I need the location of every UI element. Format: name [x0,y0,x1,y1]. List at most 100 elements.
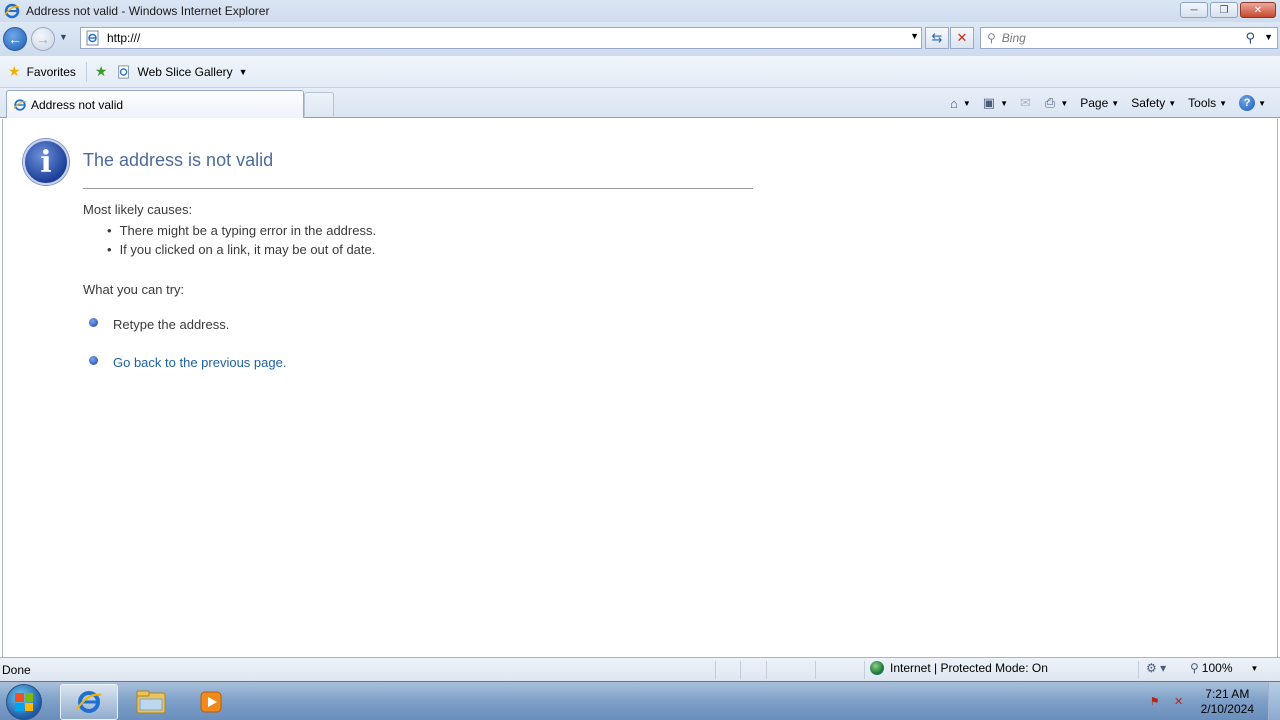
page-menu-label: Page [1080,96,1109,110]
status-separator [715,661,716,679]
info-icon: i [23,139,69,185]
search-options-dropdown[interactable]: ▼ [1264,32,1273,42]
title-bar: Address not valid - Windows Internet Exp… [0,0,1280,22]
taskbar-media-player[interactable] [182,684,240,720]
printer-icon: ⎙ [1044,95,1056,110]
help-icon: ? [1239,95,1256,111]
favorites-button[interactable]: ★ Favorites [8,63,76,80]
status-text: Done [2,663,31,677]
new-tab-button[interactable] [304,92,334,116]
tab-label: Address not valid [31,97,124,112]
mail-icon: ✉ [1020,95,1031,110]
forward-button[interactable]: → [31,27,55,51]
search-box[interactable]: ⚲ Bing ⚲ ▼ [980,27,1278,49]
start-button[interactable] [6,684,42,720]
read-mail-button[interactable]: ✉ [1016,95,1037,111]
print-button[interactable]: ⎙ ▼ [1041,95,1072,111]
folder-icon [136,690,166,714]
media-player-icon [200,691,222,713]
chevron-down-icon: ▼ [1111,98,1120,108]
stop-icon: ✕ [956,30,968,45]
action-center-icon[interactable]: ⚑ [1147,694,1163,710]
security-zone[interactable]: Internet | Protected Mode: On [870,661,1048,675]
feeds-button[interactable]: ▣ ▼ [979,95,1012,111]
search-icon[interactable]: ⚲ [1245,30,1255,46]
tools-menu-label: Tools [1188,96,1217,110]
home-icon: ⌂ [950,95,958,111]
refresh-button[interactable]: ⇆ [925,27,949,49]
web-slice-gallery-button[interactable]: Web Slice Gallery ▼ [109,64,248,79]
favorites-label: Favorites [26,64,76,79]
system-tray: ⚑ ✕ 7:21 AM 2/10/2024 [1147,682,1280,720]
stop-button[interactable]: ✕ [950,27,974,49]
status-separator [815,661,816,679]
back-button[interactable]: ← [3,27,27,51]
page-icon [86,30,99,46]
status-separator [864,661,865,679]
bullet-icon: • [107,242,112,257]
chevron-down-icon: ▼ [1000,98,1008,108]
clock-time: 7:21 AM [1205,686,1250,701]
add-ons-icon[interactable]: ⚙ ▾ [1146,661,1166,675]
help-menu[interactable]: ? ▼ [1235,95,1270,111]
chevron-down-icon: ▼ [1250,663,1259,673]
page-content: i The address is not valid Most likely c… [2,119,1278,657]
search-input[interactable]: Bing [1002,31,1026,45]
taskbar-windows-explorer[interactable] [122,684,180,720]
taskbar-internet-explorer[interactable] [60,684,118,720]
page-menu[interactable]: Page ▼ [1076,96,1123,110]
list-item: • There might be a typing error in the ad… [107,221,376,240]
refresh-icon: ⇆ [931,30,943,45]
minimize-button[interactable]: ─ [1180,2,1208,18]
safety-menu-label: Safety [1131,96,1166,110]
zone-text: Internet | Protected Mode: On [890,661,1048,675]
clock[interactable]: 7:21 AM 2/10/2024 [1201,687,1254,717]
address-dropdown-icon[interactable]: ▼ [910,31,919,41]
tab-row: Address not valid ⌂ ▼ ▣ ▼ ✉ ⎙ ▼ Page ▼ Safet… [0,88,1280,118]
try-heading: What you can try: [83,282,185,297]
home-button[interactable]: ⌂ ▼ [946,96,975,111]
causes-list: • There might be a typing error in the ad… [107,221,376,259]
address-row: ← → ▼ http:/// ▼ ⇆ ✕ ⚲ Bing ⚲ ▼ [0,22,1280,56]
bullet-icon: • [107,223,112,238]
command-bar: ⌂ ▼ ▣ ▼ ✉ ⎙ ▼ Page ▼ Safety ▼ Tools ▼ ? ▼ [946,92,1270,114]
status-separator [1138,661,1139,679]
restore-button[interactable]: ❐ [1210,2,1238,18]
chevron-down-icon: ▼ [1258,98,1266,108]
tab-address-not-valid[interactable]: Address not valid [6,90,304,118]
zoom-level: 100% [1201,661,1233,675]
blue-bullet-icon [89,318,98,327]
search-provider-icon: ⚲ [987,31,996,45]
recent-pages-dropdown[interactable]: ▼ [59,32,71,46]
web-slice-label: Web Slice Gallery [137,64,233,79]
close-button[interactable]: ✕ [1240,2,1276,18]
status-bar: Done Internet | Protected Mode: On ⚙ ▾ ⚲… [0,657,1280,681]
tools-menu[interactable]: Tools ▼ [1184,96,1231,110]
add-to-favorites-bar-icon[interactable]: ★ [95,63,108,80]
safety-menu[interactable]: Safety ▼ [1127,96,1180,110]
volume-muted-icon[interactable]: ✕ [1171,694,1187,710]
window-title: Address not valid - Windows Internet Exp… [26,4,270,18]
cause-text: There might be a typing error in the add… [119,223,377,238]
address-input[interactable]: http:/// [107,31,140,45]
cause-text: If you clicked on a link, it may be out … [119,242,376,257]
ie-logo-icon [4,3,20,19]
magnifier-icon: ⚲ [1190,661,1199,675]
retype-address-item: Retype the address. [89,317,229,332]
address-bar[interactable]: http:/// ▼ [80,27,922,49]
forward-arrow-icon: → [36,31,50,47]
go-back-link[interactable]: Go back to the previous page. [89,355,286,370]
web-slice-icon [118,64,130,79]
title-divider [83,188,753,189]
rss-feed-icon: ▣ [982,95,996,110]
zoom-control[interactable]: ⚲ 100% ▼ [1190,661,1258,675]
status-separator [740,661,741,679]
ie-page-icon [13,98,27,111]
go-back-link-text[interactable]: Go back to the previous page. [113,355,286,370]
blue-bullet-icon [89,356,98,365]
clock-date: 2/10/2024 [1200,701,1254,716]
retype-address-text: Retype the address. [113,317,230,332]
chevron-down-icon: ▼ [1168,98,1177,108]
globe-icon [870,661,884,675]
show-desktop-button[interactable] [1268,682,1280,720]
